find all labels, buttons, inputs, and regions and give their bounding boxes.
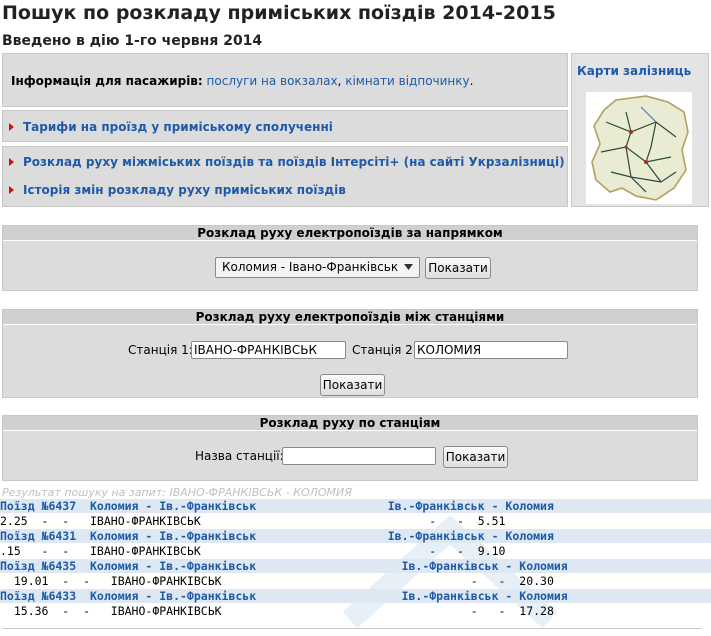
page-subtitle: Введено в дію 1-го червня 2014: [2, 33, 263, 49]
station2-label: Станція 2:: [352, 343, 417, 357]
station-services-link[interactable]: послуги на вокзалах: [207, 74, 338, 88]
direction-show-button[interactable]: Показати: [425, 257, 491, 279]
train-detail-row: .15 - - ІВАНО-ФРАНКІВСЬК - - 9.10: [0, 544, 506, 558]
railway-maps-link[interactable]: Карти залізниць: [577, 64, 691, 78]
bullet-arrow-icon: [9, 158, 14, 166]
info-period: .: [469, 74, 474, 88]
rest-rooms-link[interactable]: кімнати відпочинку: [345, 74, 469, 88]
train-detail-row: 15.36 - - ІВАНО-ФРАНКІВСЬК - - 17.28: [0, 604, 554, 618]
page-title: Пошук по розкладу приміських поїздів 201…: [2, 2, 556, 24]
info-separator: ,: [337, 74, 342, 88]
between-show-button[interactable]: Показати: [320, 374, 385, 396]
passenger-info-text: Інформація для пасажирів: послуги на вок…: [11, 74, 473, 88]
intercity-schedule-link[interactable]: Розклад руху міжміських поїздів та поїзд…: [23, 155, 565, 169]
direction-heading: Розклад руху електропоїздів за напрямком: [3, 226, 697, 241]
station1-input[interactable]: ІВАНО-ФРАНКІВСЬК: [191, 341, 346, 359]
railway-maps-panel: Карти залізниць: [571, 53, 709, 207]
station1-label: Станція 1:: [128, 343, 193, 357]
direction-select[interactable]: Коломия - Івано-Франківськ: [215, 257, 420, 278]
station-name-label: Назва станції:: [195, 449, 284, 463]
by-station-section: Розклад руху по станціям Назва станції: …: [2, 415, 698, 481]
train-header-row[interactable]: Поїзд №6431 Коломия - Ів.-Франківськ Ів.…: [0, 529, 711, 543]
between-stations-section: Розклад руху електропоїздів між станціям…: [2, 309, 698, 398]
station2-input[interactable]: КОЛОМИЯ: [414, 341, 568, 359]
tariffs-link[interactable]: Тарифи на проїзд у приміському сполученн…: [23, 120, 333, 134]
schedule-history-link[interactable]: Історія змін розкладу руху приміських по…: [23, 183, 346, 197]
bullet-arrow-icon: [9, 123, 14, 131]
railway-map-thumbnail[interactable]: [586, 92, 692, 204]
train-detail-row: 2.25 - - ІВАНО-ФРАНКІВСЬК - - 5.51: [0, 514, 506, 528]
station-name-input[interactable]: [282, 447, 436, 465]
between-stations-heading: Розклад руху електропоїздів між станціям…: [3, 310, 697, 325]
chevron-down-icon: [404, 264, 413, 270]
train-header-row[interactable]: Поїзд №6435 Коломия - Ів.-Франківськ Ів.…: [0, 559, 711, 573]
by-station-heading: Розклад руху по станціям: [3, 416, 697, 431]
bullet-arrow-icon: [9, 186, 14, 194]
by-station-show-button[interactable]: Показати: [443, 446, 508, 468]
passenger-info-label: Інформація для пасажирів:: [11, 74, 203, 88]
schedule-links-panel: Розклад руху міжміських поїздів та поїзд…: [2, 146, 568, 207]
direction-section: Розклад руху електропоїздів за напрямком…: [2, 225, 698, 291]
bottom-divider: [2, 628, 702, 629]
direction-select-value: Коломия - Івано-Франківськ: [222, 260, 399, 274]
train-header-row[interactable]: Поїзд №6437 Коломия - Ів.-Франківськ Ів.…: [0, 499, 711, 513]
train-detail-row: 19.01 - - ІВАНО-ФРАНКІВСЬК - - 20.30: [0, 574, 554, 588]
tariffs-panel: Тарифи на проїзд у приміському сполученн…: [2, 110, 568, 142]
train-header-row[interactable]: Поїзд №6433 Коломия - Ів.-Франківськ Ів.…: [0, 589, 711, 603]
results-caption: Результат пошуку на запит: ІВАНО-ФРАНКІВ…: [2, 486, 352, 499]
passenger-info-panel: Інформація для пасажирів: послуги на вок…: [2, 53, 568, 107]
